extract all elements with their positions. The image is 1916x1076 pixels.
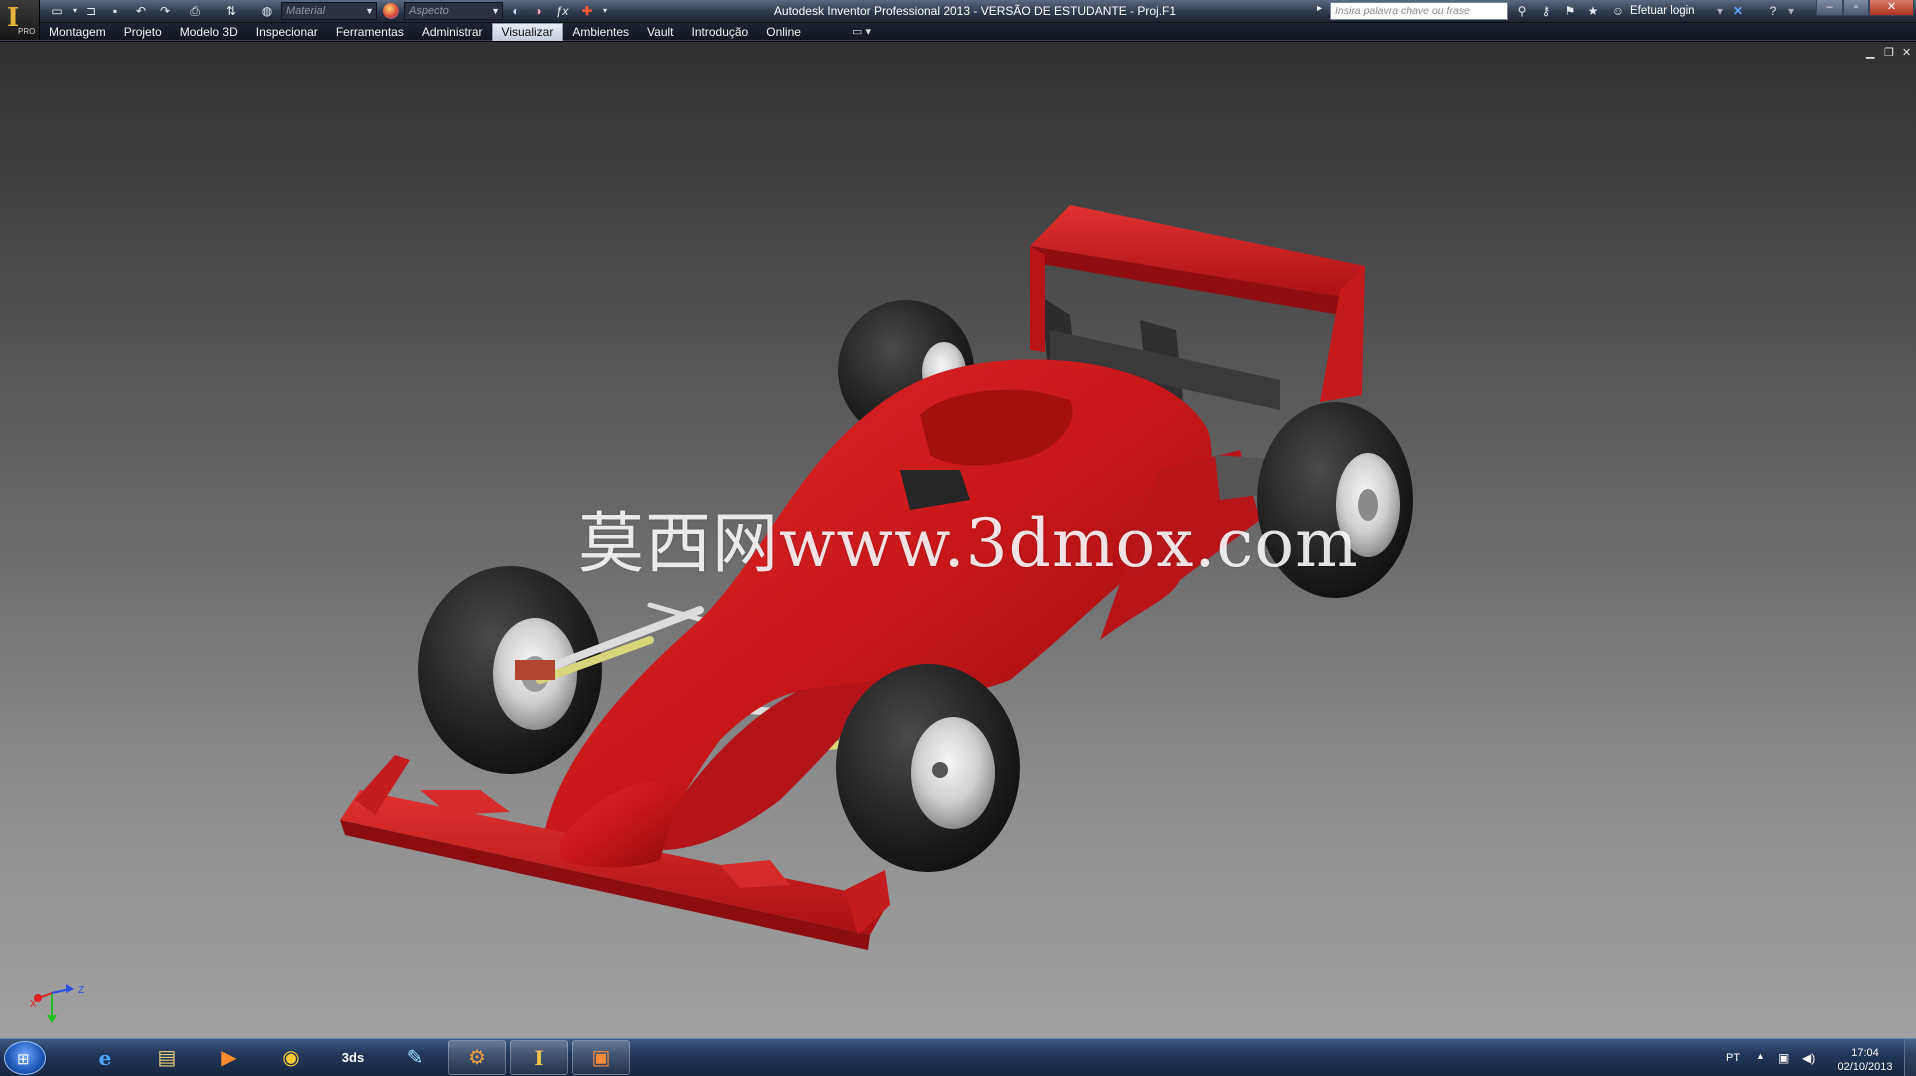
triad-y-arrow — [47, 1015, 57, 1023]
clock-time[interactable]: 17:04 — [1836, 1047, 1894, 1059]
help-icon[interactable]: ? — [1764, 3, 1782, 19]
tab-vault[interactable]: Vault — [638, 23, 682, 41]
clear-override-icon[interactable]: ◐ — [507, 3, 525, 19]
appearance-combo-value: Aspecto — [409, 5, 449, 17]
ribbon-display-toggle-icon[interactable]: ▭ ▾ — [852, 25, 871, 38]
appearance-sphere-icon — [383, 3, 399, 19]
print-icon[interactable]: ⎙ — [186, 3, 204, 19]
tab-introducao[interactable]: Introdução — [683, 23, 758, 41]
add-component-icon[interactable]: ✚ — [578, 3, 596, 19]
windows-taskbar: ⊞ e ▤ ▶ ◉ 3ds ✎ ⚙ I ▣ PT ▲ ▣ ◀) 17:04 02… — [0, 1038, 1916, 1076]
tab-inspecionar[interactable]: Inspecionar — [247, 23, 327, 41]
communication-center-icon[interactable]: ⚑ — [1561, 3, 1579, 19]
presentation-icon[interactable]: ▣ — [572, 1040, 630, 1075]
redo-icon[interactable]: ↷ — [156, 3, 174, 19]
subscription-key-icon[interactable]: ⚷ — [1537, 3, 1555, 19]
front-right-wheel — [836, 664, 1020, 872]
ribbon-tab-bar: Montagem Projeto Modelo 3D Inspecionar F… — [0, 23, 1916, 41]
triad-z-arrow — [66, 984, 74, 993]
file-explorer-icon[interactable]: ▤ — [138, 1040, 196, 1075]
graphics-window[interactable]: ▁ ❐ ✕ 莫西网www.3dmox.com X Z — [0, 42, 1916, 1038]
help-search-input[interactable]: Insira palavra chave ou frase — [1330, 2, 1508, 20]
parameters-icon[interactable]: ƒx — [553, 3, 571, 19]
open-file-icon[interactable]: ⊐ — [82, 3, 100, 19]
tab-visualizar[interactable]: Visualizar — [491, 23, 564, 41]
save-icon[interactable]: ▪ — [106, 3, 124, 19]
favorites-star-icon[interactable]: ★ — [1584, 3, 1602, 19]
sign-in-dropdown-icon[interactable]: ▾ — [1711, 3, 1729, 19]
update-icon[interactable]: ⇅ — [222, 3, 240, 19]
adjust-appearance-icon[interactable]: ◑ — [529, 3, 547, 19]
volume-icon[interactable]: ◀) — [1802, 1051, 1815, 1065]
sign-in-link[interactable]: Efetuar login — [1630, 5, 1695, 17]
chevron-down-icon: ▼ — [491, 6, 500, 16]
material-combo[interactable]: Material ▼ — [281, 2, 377, 20]
material-combo-value: Material — [286, 5, 326, 17]
pro-badge: PRO — [18, 27, 36, 36]
triad-x-label: X — [30, 999, 37, 1010]
tab-online[interactable]: Online — [757, 23, 810, 41]
windows-logo-icon: ⊞ — [17, 1051, 30, 1068]
binoculars-icon[interactable]: ⚲ — [1513, 3, 1531, 19]
input-language-indicator[interactable]: PT — [1726, 1052, 1740, 1064]
tab-projeto[interactable]: Projeto — [115, 23, 171, 41]
show-hidden-icons-icon[interactable]: ▲ — [1756, 1051, 1765, 1061]
tab-administrar[interactable]: Administrar — [413, 23, 492, 41]
start-button[interactable]: ⊞ — [4, 1041, 46, 1075]
clock-date[interactable]: 02/10/2013 — [1830, 1061, 1900, 1073]
inventor-project-icon[interactable]: ⚙ — [448, 1040, 506, 1075]
appearance-combo[interactable]: Aspecto ▼ — [404, 2, 503, 20]
exchange-apps-icon[interactable]: ✕ — [1729, 3, 1747, 19]
show-desktop-button[interactable] — [1904, 1039, 1916, 1076]
tab-montagem[interactable]: Montagem — [40, 23, 115, 41]
view-triad[interactable]: X Z — [28, 977, 98, 1038]
user-icon[interactable]: ☺ — [1609, 3, 1627, 19]
customize-dropdown-icon[interactable]: ▾ — [596, 3, 614, 19]
close-button[interactable]: ✕ — [1869, 0, 1914, 16]
new-file-icon[interactable]: ▭ — [48, 3, 66, 19]
tab-ambientes[interactable]: Ambientes — [563, 23, 638, 41]
paint-icon[interactable]: ✎ — [386, 1040, 444, 1075]
application-menu-button[interactable]: I PRO — [0, 0, 40, 40]
triad-z-label: Z — [78, 985, 84, 996]
3ds-max-icon[interactable]: 3ds — [324, 1040, 382, 1075]
undo-icon[interactable]: ↶ — [132, 3, 150, 19]
search-expand-icon[interactable]: ▸ — [1317, 3, 1322, 14]
chrome-icon[interactable]: ◉ — [262, 1040, 320, 1075]
help-dropdown-icon[interactable]: ▾ — [1782, 3, 1800, 19]
title-bar: I PRO ▭ ▾ ⊐ ▪ ↶ ↷ ⎙ ⇅ ◍ Material ▼ Aspec… — [0, 0, 1916, 40]
minimize-button[interactable]: – — [1816, 0, 1843, 16]
tab-modelo-3d[interactable]: Modelo 3D — [171, 23, 247, 41]
inventor-app-icon[interactable]: I — [510, 1040, 568, 1075]
watermark-text: 莫西网www.3dmox.com — [578, 505, 1359, 582]
tab-ferramentas[interactable]: Ferramentas — [327, 23, 413, 41]
network-icon[interactable]: ▣ — [1778, 1051, 1789, 1065]
window-title: Autodesk Inventor Professional 2013 - VE… — [773, 4, 1177, 18]
maximize-button[interactable]: ▫ — [1843, 0, 1869, 16]
material-sphere-icon: ◍ — [261, 4, 273, 18]
chevron-down-icon: ▼ — [365, 6, 374, 16]
media-player-icon[interactable]: ▶ — [200, 1040, 258, 1075]
internet-explorer-icon[interactable]: e — [76, 1040, 134, 1075]
